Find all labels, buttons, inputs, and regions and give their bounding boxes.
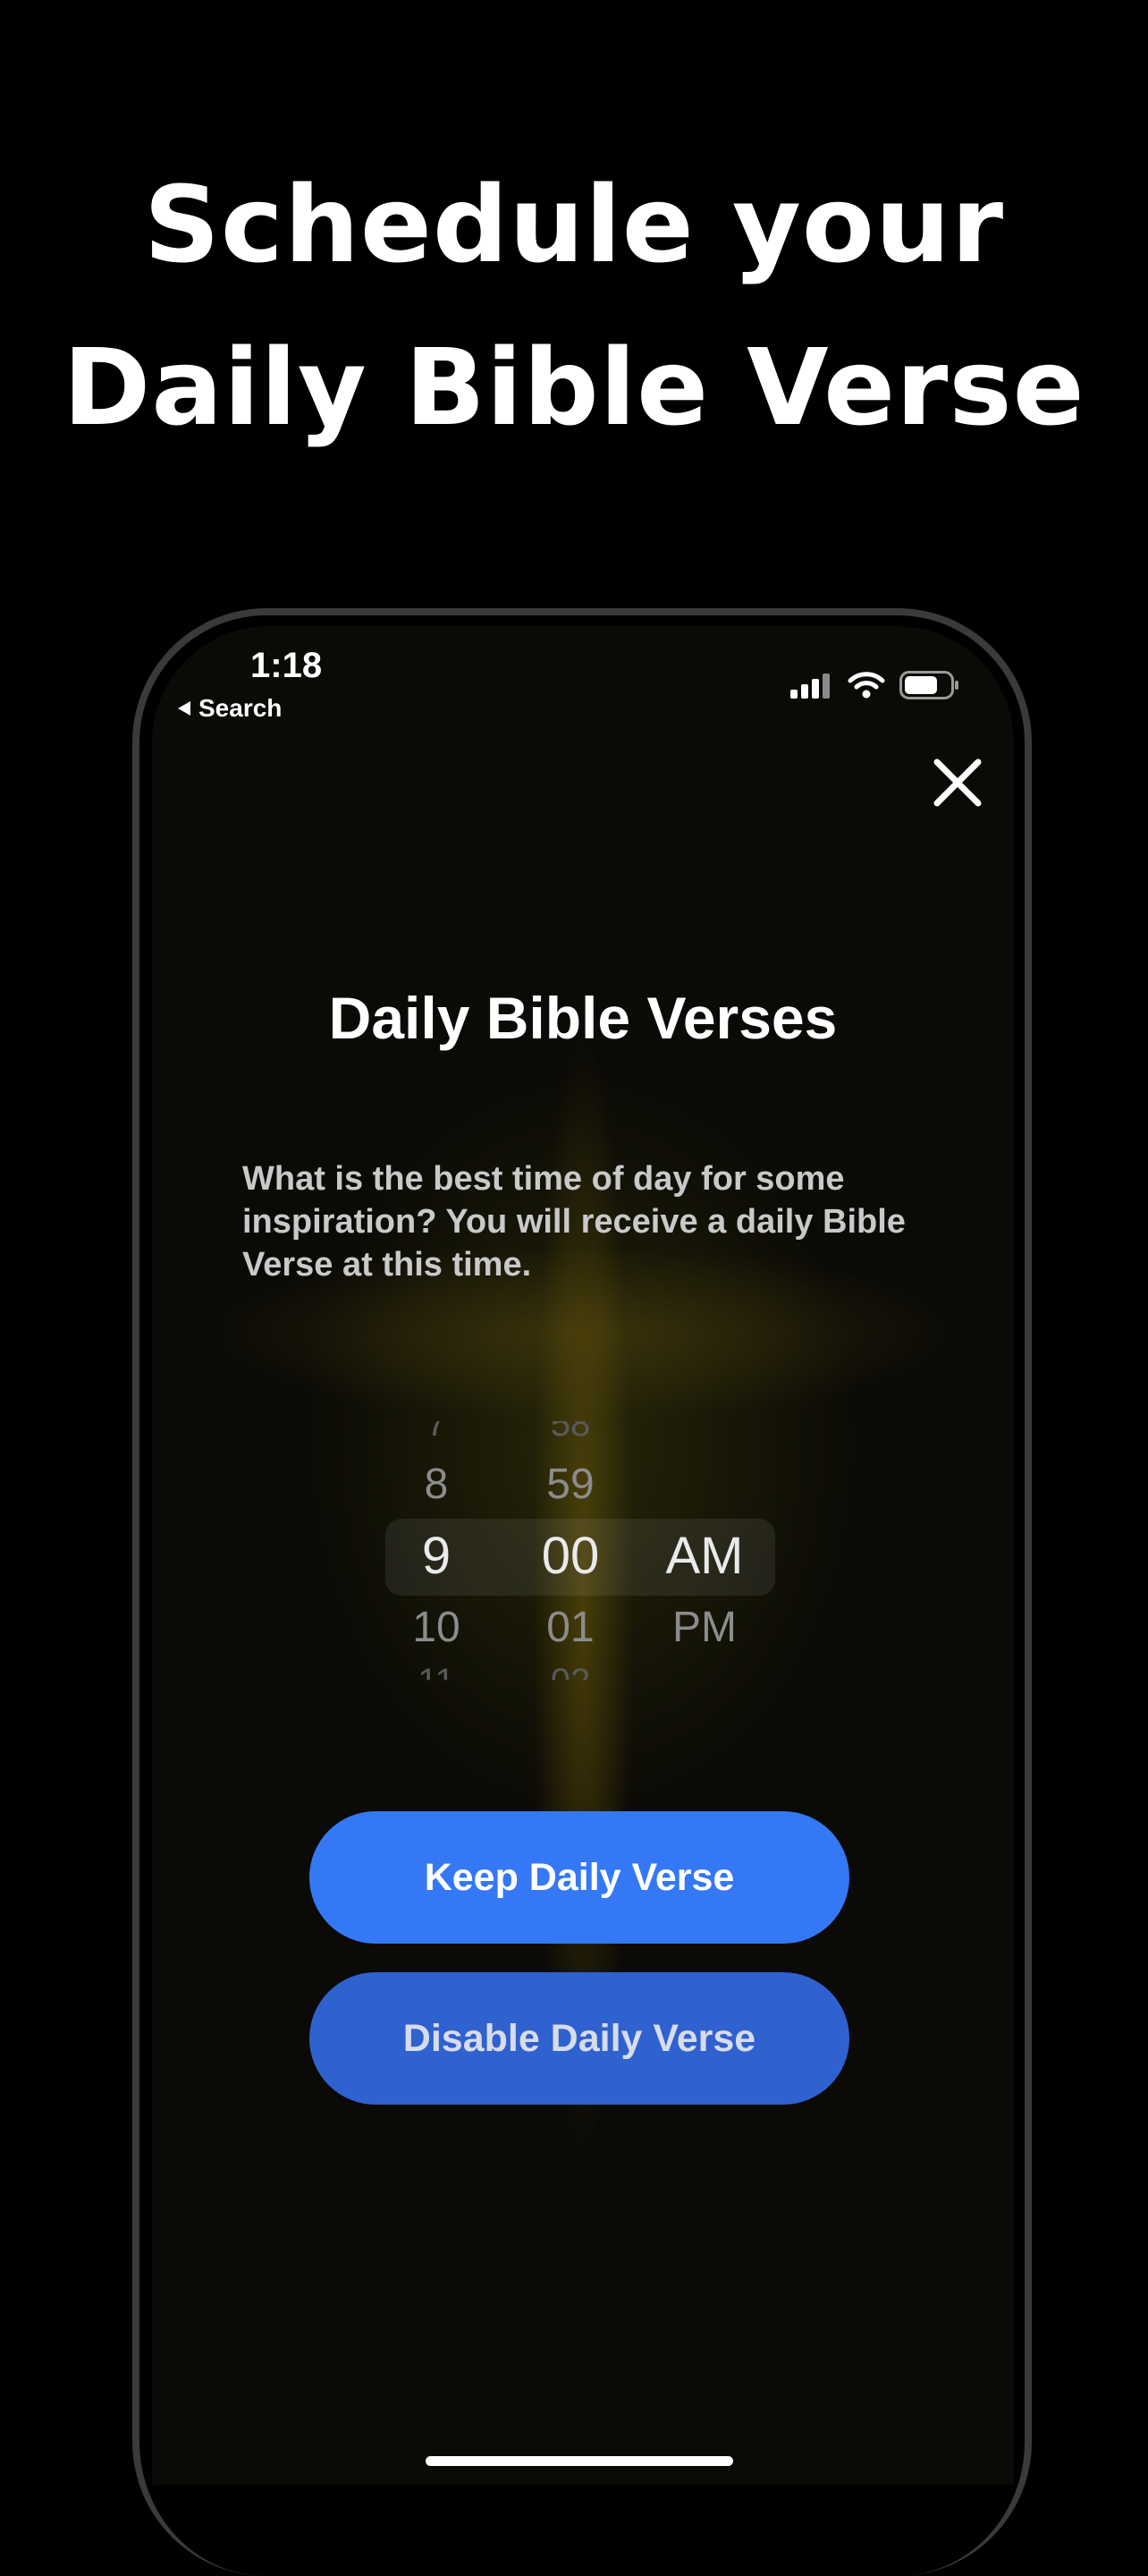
marketing-headline: Schedule your Daily Bible Verse — [0, 143, 1148, 469]
headline-line-1: Schedule your — [143, 163, 1005, 286]
home-indicator — [426, 2456, 733, 2466]
time-picker[interactable]: 7 8 9 10 11 58 59 00 01 02 AM PM — [152, 1404, 1014, 1699]
minute-option[interactable]: 02 — [551, 1662, 591, 1680]
hour-option[interactable]: 11 — [418, 1662, 455, 1680]
back-triangle-icon — [178, 701, 190, 716]
period-selected[interactable]: AM — [666, 1526, 744, 1586]
headline-line-2: Daily Bible Verse — [63, 326, 1085, 449]
keep-daily-verse-button[interactable]: Keep Daily Verse — [309, 1811, 849, 1944]
modal-description: What is the best time of day for some in… — [242, 1160, 906, 1284]
hour-option[interactable]: 8 — [425, 1460, 449, 1509]
back-label: Search — [198, 694, 283, 722]
minute-option[interactable]: 59 — [546, 1460, 594, 1509]
period-option[interactable]: PM — [672, 1603, 737, 1652]
status-time: 1:18 — [250, 646, 323, 685]
hour-selected[interactable]: 9 — [422, 1526, 451, 1586]
hour-option[interactable]: 7 — [426, 1421, 446, 1445]
close-icon[interactable] — [926, 751, 989, 814]
phone-screen: 1:18 Search Daily Bible Verses What is t… — [152, 626, 1014, 2485]
minute-option[interactable]: 01 — [546, 1603, 594, 1652]
minute-option[interactable]: 58 — [551, 1421, 591, 1445]
back-to-search-link[interactable]: Search — [177, 694, 282, 723]
battery-icon — [899, 671, 958, 699]
wifi-icon — [848, 672, 885, 699]
cellular-signal-icon — [790, 674, 830, 699]
minute-selected[interactable]: 00 — [542, 1526, 600, 1586]
disable-daily-verse-button[interactable]: Disable Daily Verse — [309, 1972, 849, 2105]
status-icons — [790, 671, 960, 699]
modal-title: Daily Bible Verses — [328, 985, 838, 1051]
hour-option[interactable]: 10 — [412, 1603, 460, 1652]
